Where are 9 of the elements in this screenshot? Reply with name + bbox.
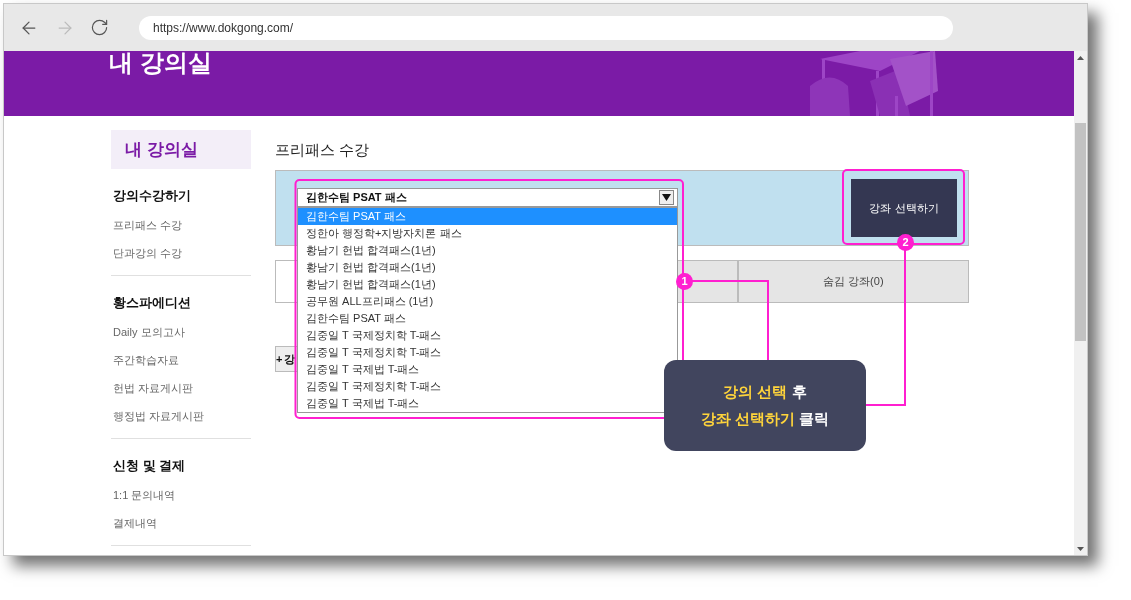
- callout-text: 강의 선택 후: [723, 382, 807, 402]
- banner-title: 내 강의실: [109, 48, 212, 78]
- callout-text: 강좌 선택하기 클릭: [700, 408, 830, 429]
- sidebar-header: 내 강의실: [111, 130, 251, 169]
- sidebar-heading: 황스파에디션: [112, 294, 192, 313]
- sidebar-heading: 강의수강하기: [112, 187, 192, 206]
- sidebar-heading: 신청 및 결제: [112, 457, 187, 476]
- section-title: 프리패스 수강: [275, 139, 371, 160]
- select-value: 김한수팀 PSAT 패스: [306, 190, 407, 206]
